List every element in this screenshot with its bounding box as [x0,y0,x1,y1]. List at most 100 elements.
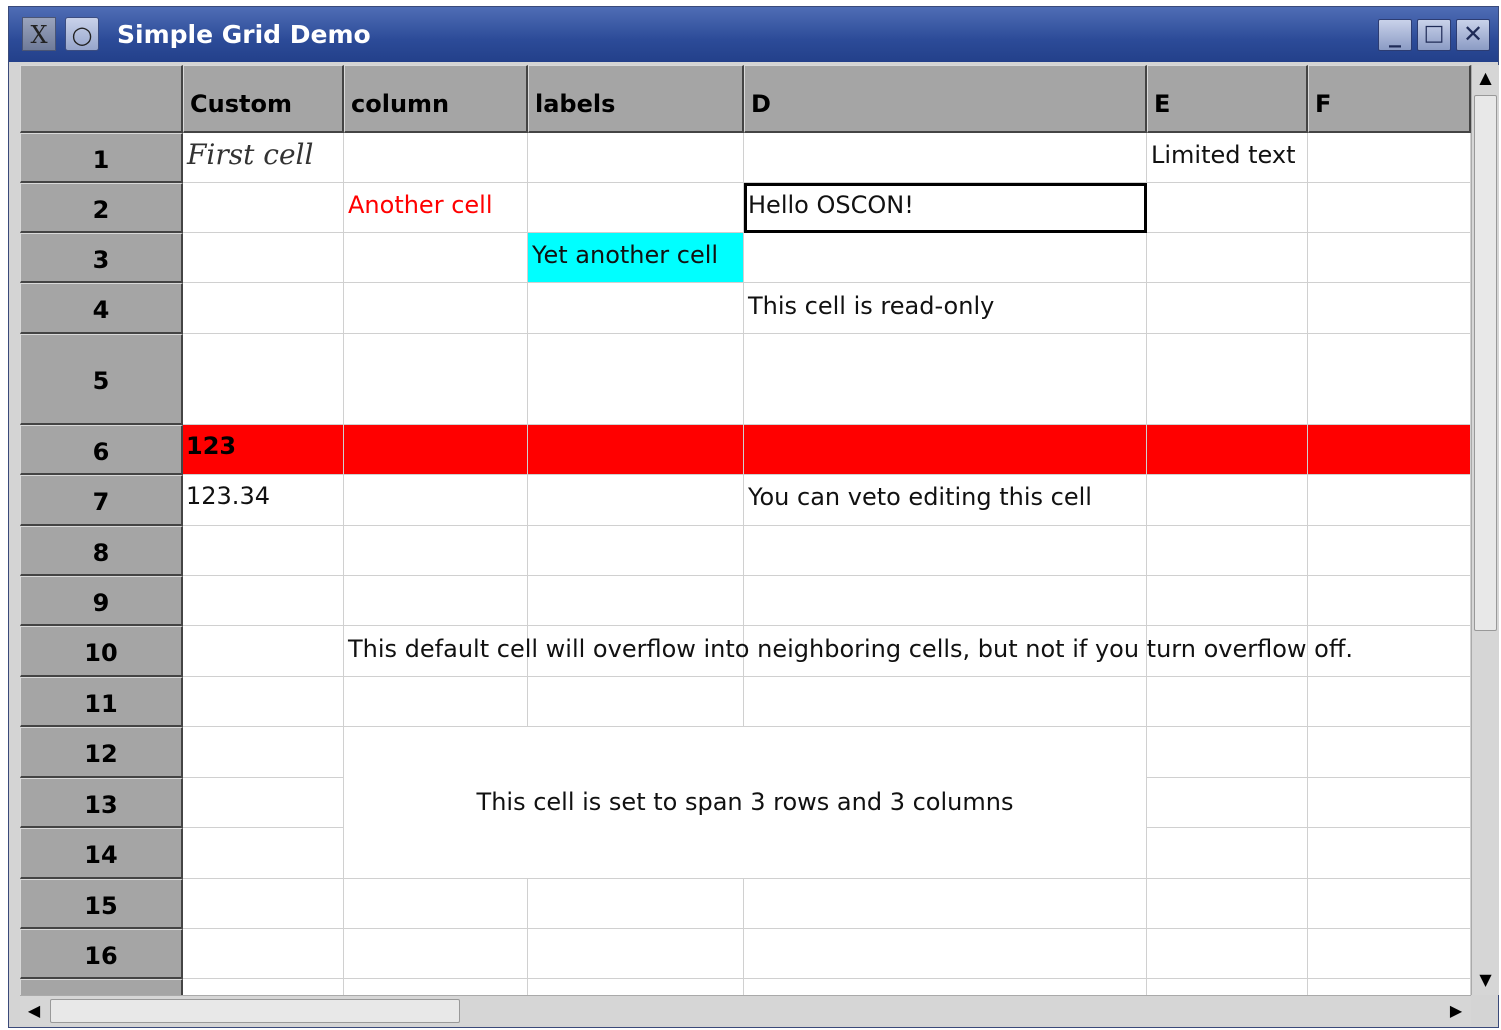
cell-another[interactable]: Another cell [344,183,528,233]
grid-cell[interactable] [183,233,344,283]
grid-cell[interactable] [183,283,344,334]
grid-cell[interactable] [1308,283,1471,334]
cell-hello-oscon[interactable]: Hello OSCON! [744,183,1147,233]
grid-cell[interactable] [1147,183,1308,233]
grid-cell[interactable] [1308,929,1471,979]
grid-cell[interactable] [528,334,744,425]
grid-cell[interactable] [1147,979,1308,995]
cell-span[interactable]: This cell is set to span 3 rows and 3 co… [344,727,1147,879]
grid-cell[interactable] [1308,879,1471,929]
grid-cell[interactable] [528,929,744,979]
scroll-up-icon[interactable]: ▲ [1472,65,1499,91]
grid-cell[interactable] [744,334,1147,425]
row-header-17[interactable]: 17 [20,979,183,995]
row6-cell[interactable] [1308,425,1471,475]
column-header-labels[interactable]: labels [528,65,744,133]
grid-cell[interactable] [1147,283,1308,334]
grid[interactable]: Custom column labels D E F 1 2 3 4 5 6 7… [20,65,1471,995]
column-header-e[interactable]: E [1147,65,1308,133]
row-header-8[interactable]: 8 [20,526,183,576]
scroll-right-icon[interactable]: ▶ [1442,996,1470,1026]
grid-cell[interactable] [744,677,1147,727]
grid-cell[interactable] [183,929,344,979]
row-header-1[interactable]: 1 [20,133,183,183]
grid-cell[interactable] [528,979,744,995]
grid-cell[interactable] [528,475,744,526]
grid-cell[interactable] [744,929,1147,979]
grid-cell[interactable] [528,576,744,626]
cell-veto[interactable]: You can veto editing this cell [744,475,1147,526]
close-button[interactable]: ✕ [1456,19,1490,51]
row-header-3[interactable]: 3 [20,233,183,283]
row-header-4[interactable]: 4 [20,283,183,334]
grid-cell[interactable] [1308,475,1471,526]
grid-cell[interactable] [1308,979,1471,995]
grid-cell[interactable] [183,626,344,677]
grid-cell[interactable] [1147,233,1308,283]
cell-first[interactable]: First cell [183,133,344,183]
column-header-custom[interactable]: Custom [183,65,344,133]
grid-cell[interactable] [183,334,344,425]
row-header-7[interactable]: 7 [20,475,183,526]
row-header-10[interactable]: 10 [20,626,183,677]
grid-cell[interactable] [344,526,528,576]
horizontal-scroll-thumb[interactable] [50,999,460,1023]
grid-cell[interactable] [744,979,1147,995]
grid-corner[interactable] [20,65,183,133]
grid-cell[interactable] [1147,929,1308,979]
grid-cell[interactable] [344,879,528,929]
grid-cell[interactable] [1308,233,1471,283]
scroll-down-icon[interactable]: ▼ [1472,967,1499,993]
row6-cell[interactable] [1147,425,1308,475]
grid-cell[interactable] [1147,677,1308,727]
row-header-5[interactable]: 5 [20,334,183,425]
grid-cell[interactable] [528,879,744,929]
row6-cell[interactable] [344,425,528,475]
row-header-13[interactable]: 13 [20,778,183,828]
grid-cell[interactable] [344,283,528,334]
grid-cell[interactable] [528,526,744,576]
minimize-button[interactable]: _ [1378,19,1412,51]
grid-cell[interactable] [1147,778,1308,828]
column-header-f[interactable]: F [1308,65,1471,133]
grid-cell[interactable] [344,677,528,727]
grid-cell[interactable] [183,828,344,879]
grid-cell[interactable] [344,334,528,425]
grid-cell[interactable] [183,778,344,828]
row6-cell[interactable] [744,425,1147,475]
grid-cell[interactable] [1308,334,1471,425]
column-header-column[interactable]: column [344,65,528,133]
grid-cell[interactable] [183,727,344,778]
grid-cell[interactable] [344,475,528,526]
grid-cell[interactable] [1147,879,1308,929]
grid-cell[interactable] [1308,828,1471,879]
grid-cell[interactable] [183,183,344,233]
grid-cell[interactable] [183,677,344,727]
grid-cell[interactable] [528,283,744,334]
row-header-12[interactable]: 12 [20,727,183,778]
title-bar[interactable]: X ○ Simple Grid Demo _ □ ✕ [9,7,1498,62]
horizontal-scrollbar[interactable]: ◀ ▶ [20,995,1471,1025]
cell-123-34[interactable]: 123.34 [183,475,344,526]
row-header-11[interactable]: 11 [20,677,183,727]
cell-123[interactable]: 123 [183,425,344,475]
grid-cell[interactable] [1308,133,1471,183]
grid-cell[interactable] [1308,727,1471,778]
grid-cell[interactable] [1308,526,1471,576]
grid-cell[interactable] [1147,526,1308,576]
grid-cell[interactable] [183,879,344,929]
vertical-scroll-thumb[interactable] [1474,95,1497,631]
grid-cell[interactable] [183,526,344,576]
grid-cell[interactable] [744,879,1147,929]
row-header-9[interactable]: 9 [20,576,183,626]
window-menu-button[interactable]: ○ [65,17,99,51]
scroll-left-icon[interactable]: ◀ [20,996,48,1026]
grid-cell[interactable] [183,979,344,995]
column-header-d[interactable]: D [744,65,1147,133]
cell-limited-text[interactable]: Limited text [1147,133,1308,183]
row-header-16[interactable]: 16 [20,929,183,979]
cell-overflow[interactable]: This default cell will overflow into nei… [348,626,1353,677]
row-header-2[interactable]: 2 [20,183,183,233]
grid-cell[interactable] [1308,778,1471,828]
vertical-scrollbar[interactable]: ▲ ▼ [1471,65,1499,995]
